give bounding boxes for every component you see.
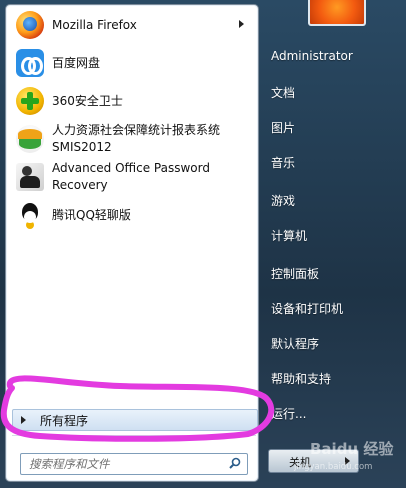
- watermark: Baidu 经验 jingyan.baidu.com: [280, 430, 400, 480]
- submenu-arrow-icon[interactable]: [239, 20, 244, 28]
- program-smis[interactable]: 人力资源社会保障统计报表系统 SMIS2012: [14, 121, 250, 157]
- qq-icon: [16, 201, 44, 229]
- right-item-music[interactable]: 音乐: [271, 154, 295, 171]
- search-icon[interactable]: [229, 457, 241, 469]
- right-item-documents[interactable]: 文档: [271, 84, 295, 101]
- right-item-pictures[interactable]: 图片: [271, 119, 295, 136]
- right-item-games[interactable]: 游戏: [271, 192, 295, 209]
- program-label-line1: 人力资源社会保障统计报表系统: [52, 123, 221, 137]
- search-input[interactable]: [27, 455, 221, 473]
- program-label-line1: Advanced Office Password: [52, 161, 210, 175]
- all-programs-button[interactable]: 所有程序: [12, 409, 258, 431]
- right-item-control-panel[interactable]: 控制面板: [271, 265, 319, 282]
- program-360-security[interactable]: 360安全卫士: [14, 83, 250, 119]
- right-item-run[interactable]: 运行...: [271, 405, 306, 422]
- divider: [12, 435, 256, 436]
- program-label: 360安全卫士: [52, 93, 123, 108]
- 360-security-icon: [16, 87, 44, 115]
- program-label: Mozilla Firefox: [52, 17, 137, 32]
- program-label: 人力资源社会保障统计报表系统 SMIS2012: [52, 122, 220, 156]
- program-label-line2: Recovery: [52, 178, 108, 192]
- right-item-user[interactable]: Administrator: [271, 49, 353, 63]
- program-label: 腾讯QQ轻聊版: [52, 207, 131, 222]
- program-list-panel: Mozilla Firefox 百度网盘 360安全卫士 人力资源社会保障统计报…: [5, 4, 259, 482]
- right-item-computer[interactable]: 计算机: [271, 227, 307, 244]
- right-item-default-programs[interactable]: 默认程序: [271, 335, 319, 352]
- program-label-line2: SMIS2012: [52, 140, 112, 154]
- program-label: Advanced Office Password Recovery: [52, 160, 210, 194]
- right-item-devices-printers[interactable]: 设备和打印机: [271, 300, 343, 317]
- program-firefox[interactable]: Mozilla Firefox: [14, 7, 250, 43]
- watermark-logo-text: Baidu 经验: [310, 440, 394, 458]
- program-baidu-netdisk[interactable]: 百度网盘: [14, 45, 250, 81]
- baidu-netdisk-icon: [16, 49, 44, 77]
- expand-arrow-icon: [21, 416, 26, 424]
- smis-icon: [16, 125, 44, 153]
- firefox-icon: [16, 11, 44, 39]
- password-recovery-icon: [16, 163, 44, 191]
- program-advanced-office-password-recovery[interactable]: Advanced Office Password Recovery: [14, 159, 250, 195]
- search-box[interactable]: [20, 453, 248, 475]
- program-label: 百度网盘: [52, 55, 101, 70]
- program-qq[interactable]: 腾讯QQ轻聊版: [14, 197, 250, 233]
- user-picture[interactable]: [308, 0, 366, 26]
- all-programs-label: 所有程序: [40, 413, 89, 428]
- right-item-help-support[interactable]: 帮助和支持: [271, 370, 331, 387]
- watermark-url: jingyan.baidu.com: [294, 462, 373, 472]
